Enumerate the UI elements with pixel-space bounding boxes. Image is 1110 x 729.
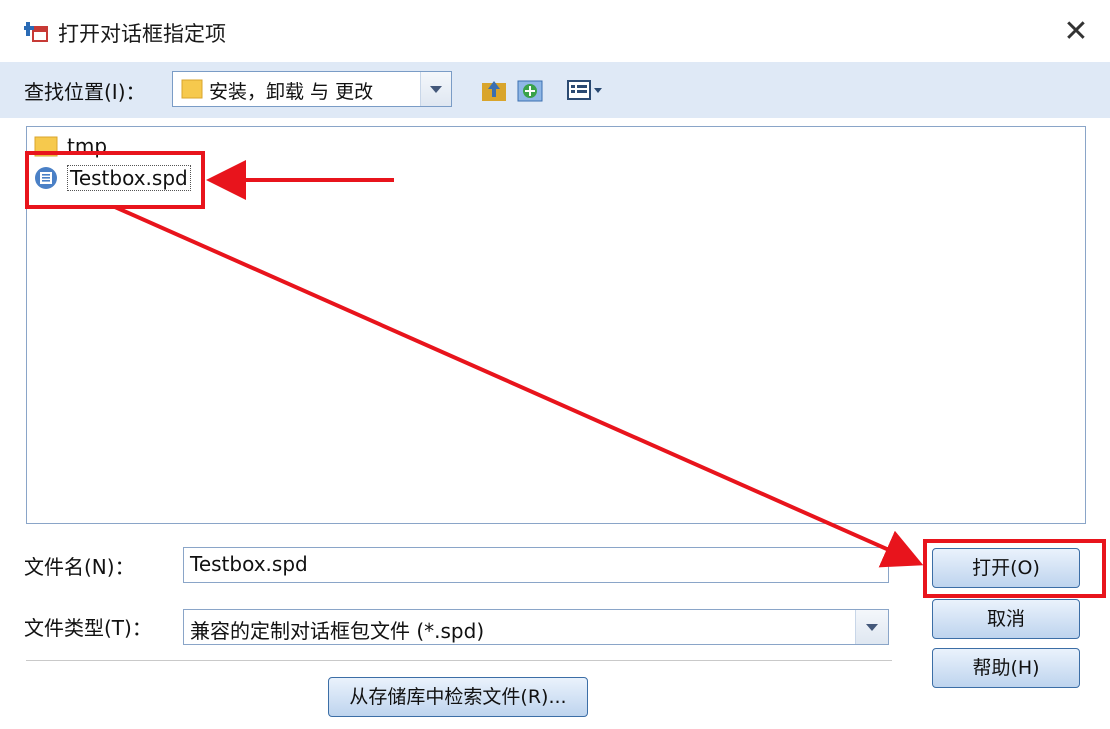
lookin-toolbar: 查找位置(I)： 安装，卸载 与 更改 — [0, 62, 1110, 118]
title-bar: 打开对话框指定项 ✕ — [0, 0, 1110, 62]
cancel-button[interactable]: 取消 — [932, 599, 1080, 639]
lookin-combobox[interactable]: 安装，卸载 与 更改 — [172, 71, 452, 107]
spd-file-icon — [35, 167, 57, 189]
up-folder-icon[interactable] — [480, 77, 508, 103]
list-item-tmp[interactable]: tmp — [33, 131, 107, 161]
folder-icon — [181, 79, 203, 99]
filename-label: 文件名(N)： — [24, 555, 135, 579]
folder-icon — [34, 136, 58, 157]
new-folder-icon[interactable] — [516, 77, 544, 103]
file-list[interactable]: tmp Testbox.spd — [26, 126, 1086, 524]
lookin-label: 查找位置(I)： — [24, 80, 146, 104]
open-button[interactable]: 打开(O) — [932, 548, 1080, 588]
filetype-value: 兼容的定制对话框包文件 (*.spd) — [190, 619, 485, 643]
help-button[interactable]: 帮助(H) — [932, 648, 1080, 688]
window-title: 打开对话框指定项 — [58, 22, 226, 46]
retrieve-from-repository-button[interactable]: 从存储库中检索文件(R)... — [328, 677, 588, 717]
filetype-combobox[interactable]: 兼容的定制对话框包文件 (*.spd) — [183, 609, 889, 645]
chevron-down-icon[interactable] — [420, 72, 451, 106]
view-menu-icon[interactable] — [566, 77, 606, 103]
file-name: Testbox.spd — [67, 165, 191, 191]
file-name: tmp — [67, 134, 108, 158]
filename-input[interactable]: Testbox.spd — [183, 547, 889, 583]
filetype-label: 文件类型(T)： — [24, 616, 152, 640]
list-item-testbox[interactable]: Testbox.spd — [33, 163, 191, 193]
divider — [26, 660, 892, 661]
close-button[interactable]: ✕ — [1056, 14, 1096, 50]
chevron-down-icon[interactable] — [855, 610, 888, 644]
lookin-value: 安装，卸载 与 更改 — [209, 81, 374, 103]
app-icon — [24, 22, 48, 42]
